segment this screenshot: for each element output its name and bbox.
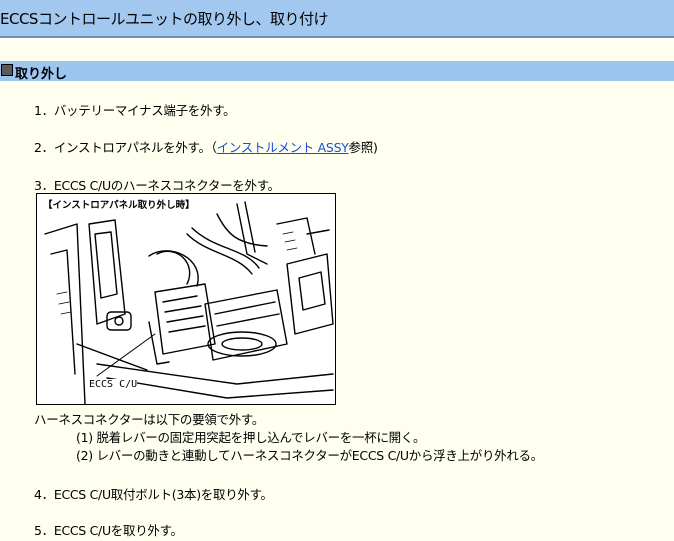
instrument-assy-link[interactable]: インストルメント ASSY	[217, 140, 349, 155]
step-2: 2．インストロアパネルを外す。（インストルメント ASSY参照)	[34, 137, 378, 156]
notes-intro: ハーネスコネクターは以下の要領で外す。	[34, 412, 265, 427]
step-2-text: 2．インストロアパネルを外す。（	[34, 140, 217, 155]
page-title-bar: ECCSコントロールユニットの取り外し、取り付け	[0, 0, 674, 38]
note-item-2: (2) レバーの動きと連動してハーネスコネクターがECCS C/Uから浮き上がり…	[76, 448, 543, 463]
page-title: ECCSコントロールユニットの取り外し、取り付け	[0, 10, 328, 28]
figure-caption: ECCS C/U	[89, 379, 138, 390]
section-title: 取り外し	[15, 67, 68, 82]
eccs-cu-illustration: 【インストロアパネル取り外し時】 ECCS C/U	[36, 193, 336, 405]
square-bullet-icon	[1, 64, 13, 76]
step-1: 1．バッテリーマイナス端子を外す。	[34, 103, 236, 118]
engine-bay-drawing	[44, 201, 334, 404]
step-3: 3．ECCS C/Uのハーネスコネクターを外す。	[34, 178, 280, 193]
figure-label: 【インストロアパネル取り外し時】	[41, 197, 197, 211]
step-5: 5．ECCS C/Uを取り外す。	[34, 523, 183, 538]
section-header-removal: 取り外し	[0, 61, 674, 82]
step-4: 4．ECCS C/U取付ボルト(3本)を取り外す。	[34, 487, 273, 502]
step-2-suffix: 参照)	[348, 140, 378, 155]
note-item-1: (1) 脱着レバーの固定用突起を押し込んでレバーを一杯に開く。	[76, 430, 426, 445]
